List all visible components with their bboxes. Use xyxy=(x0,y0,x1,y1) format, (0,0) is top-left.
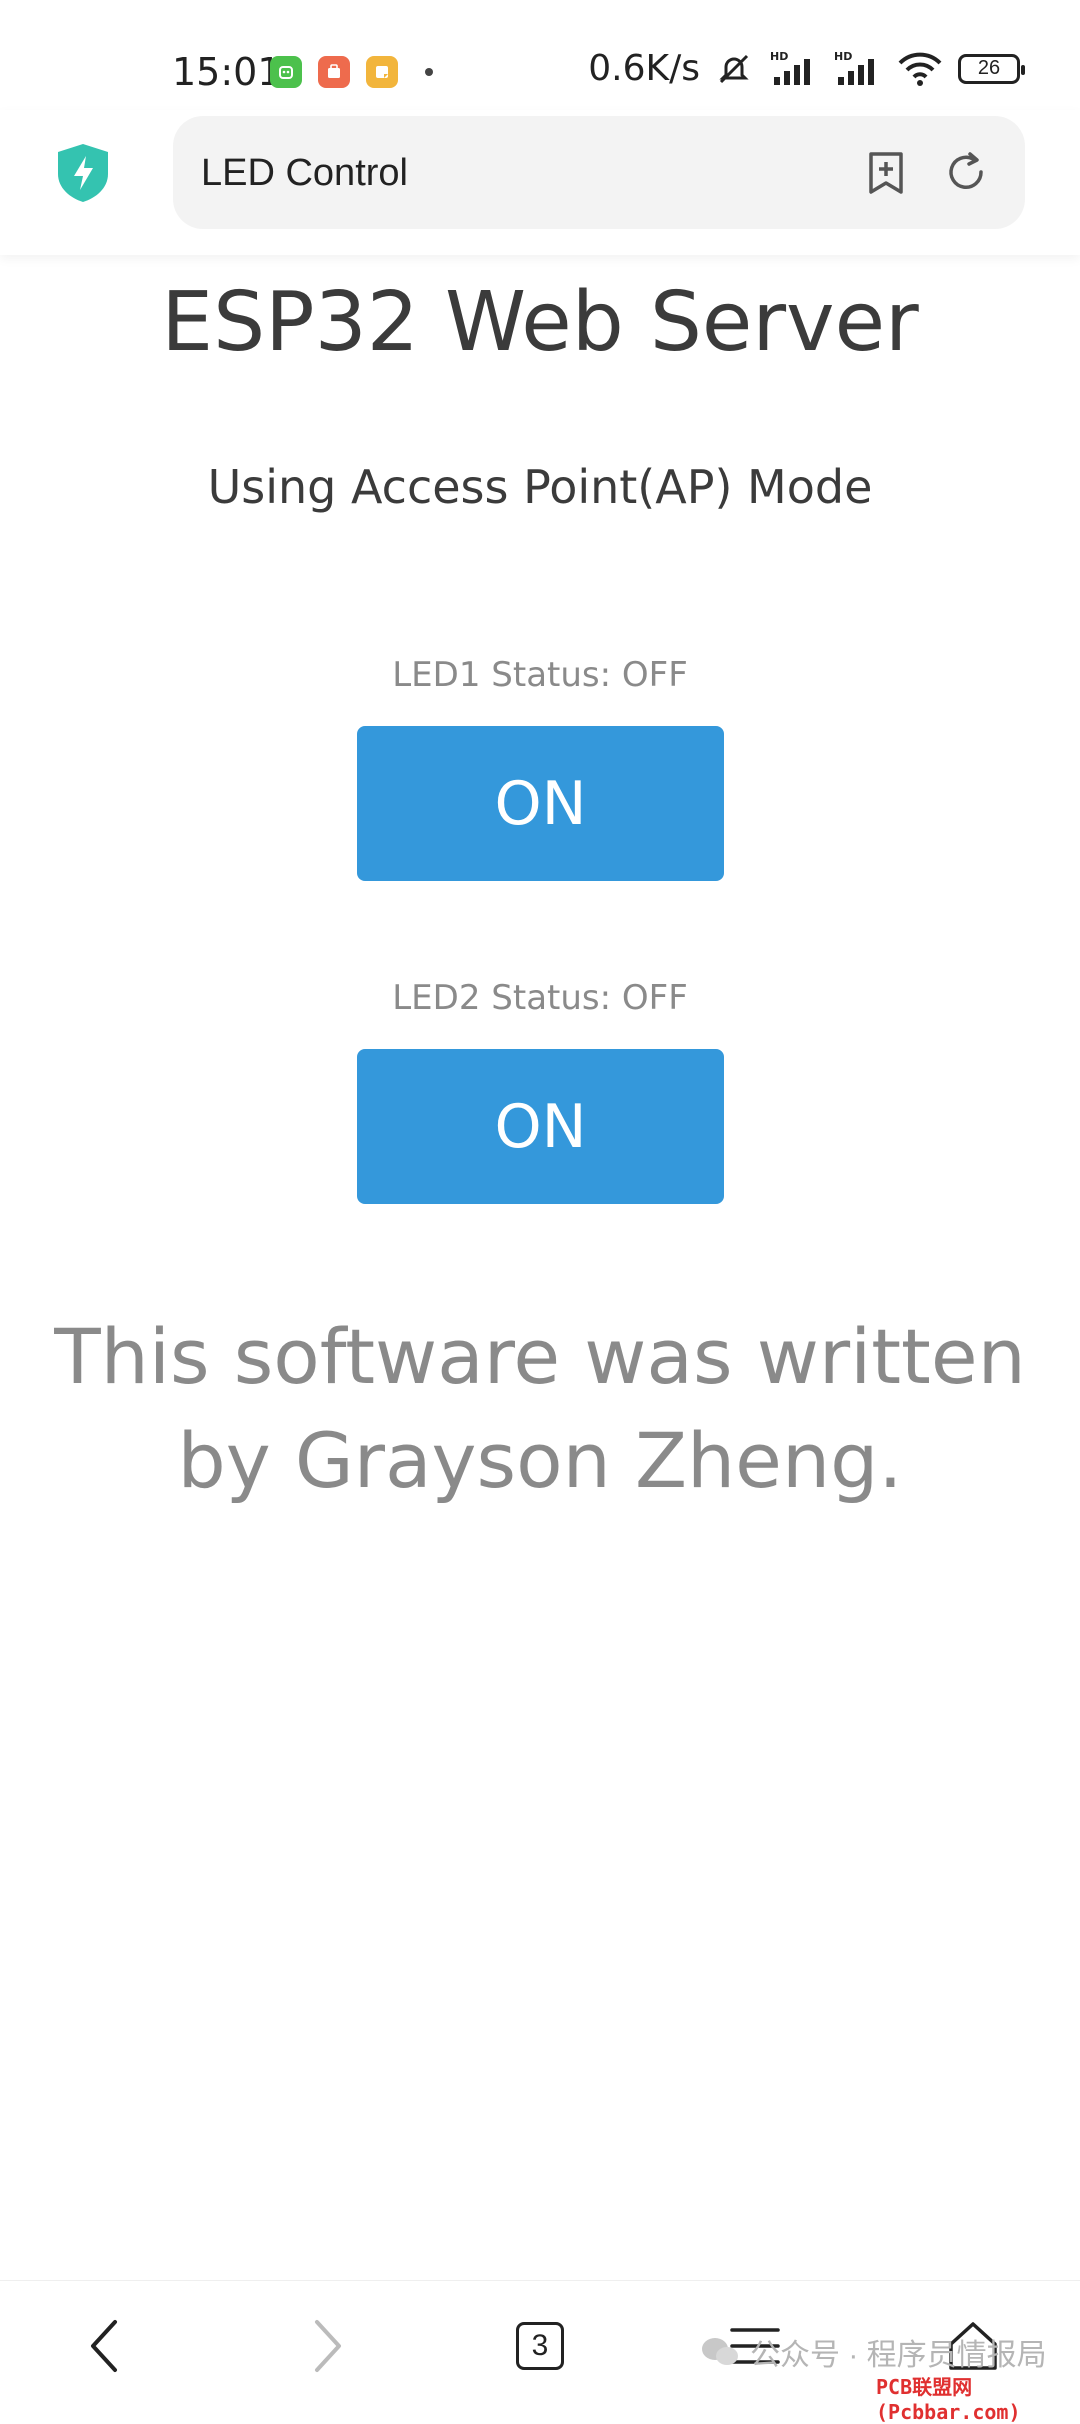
back-button[interactable] xyxy=(70,2311,140,2381)
forward-button[interactable] xyxy=(292,2311,362,2381)
status-bar: 15:01 0.6K/s HD HD 26 xyxy=(0,0,1080,110)
led2-status: LED2 Status: OFF xyxy=(392,978,688,1018)
security-shield-icon[interactable] xyxy=(56,142,110,204)
add-bookmark-icon[interactable] xyxy=(863,150,909,196)
chevron-left-icon xyxy=(91,2320,117,2372)
footer-credit-line2: by Grayson Zheng. xyxy=(177,1416,903,1505)
page-subtitle: Using Access Point(AP) Mode xyxy=(207,460,873,514)
signal-hd-label-2: HD xyxy=(834,50,852,63)
site-watermark: PCB联盟网 (Pcbbar.com) xyxy=(876,2375,1021,2424)
address-bar[interactable]: LED Control xyxy=(173,116,1025,229)
wechat-icon xyxy=(702,2338,738,2365)
led2-on-button[interactable]: ON xyxy=(357,1049,724,1204)
mute-icon xyxy=(719,54,749,83)
more-notifications-dot xyxy=(425,68,433,76)
signal-hd-label: HD xyxy=(770,50,788,63)
notification-icons xyxy=(270,56,398,88)
signal-icon: HD xyxy=(770,50,810,85)
led1-status: LED1 Status: OFF xyxy=(392,655,688,695)
chevron-right-icon xyxy=(315,2320,341,2372)
tab-count: 3 xyxy=(516,2322,564,2370)
watermark: 公众号 · 程序员情报局 xyxy=(700,2330,1047,2374)
shop-notification-icon xyxy=(318,56,350,88)
note-notification-icon xyxy=(366,56,398,88)
footer-credit: This software was written by Grayson Zhe… xyxy=(0,1305,1080,1513)
status-time: 15:01 xyxy=(172,50,282,94)
address-text[interactable]: LED Control xyxy=(201,152,408,195)
browser-toolbar: LED Control xyxy=(0,110,1080,255)
signal-icon-2: HD xyxy=(834,50,874,85)
page-title: ESP32 Web Server xyxy=(161,275,919,370)
watermark-text: 公众号 · 程序员情报局 xyxy=(750,2339,1047,2372)
battery-indicator: 26 xyxy=(958,53,1025,84)
led1-on-button[interactable]: ON xyxy=(357,726,724,881)
network-speed: 0.6K/s xyxy=(588,48,700,89)
tabs-button[interactable]: 3 xyxy=(505,2311,575,2381)
wifi-icon xyxy=(898,52,942,86)
refresh-icon[interactable] xyxy=(943,150,989,196)
status-right: 0.6K/s HD HD 26 xyxy=(588,48,1025,89)
footer-credit-line1: This software was written xyxy=(54,1312,1026,1401)
app-notification-icon xyxy=(270,56,302,88)
